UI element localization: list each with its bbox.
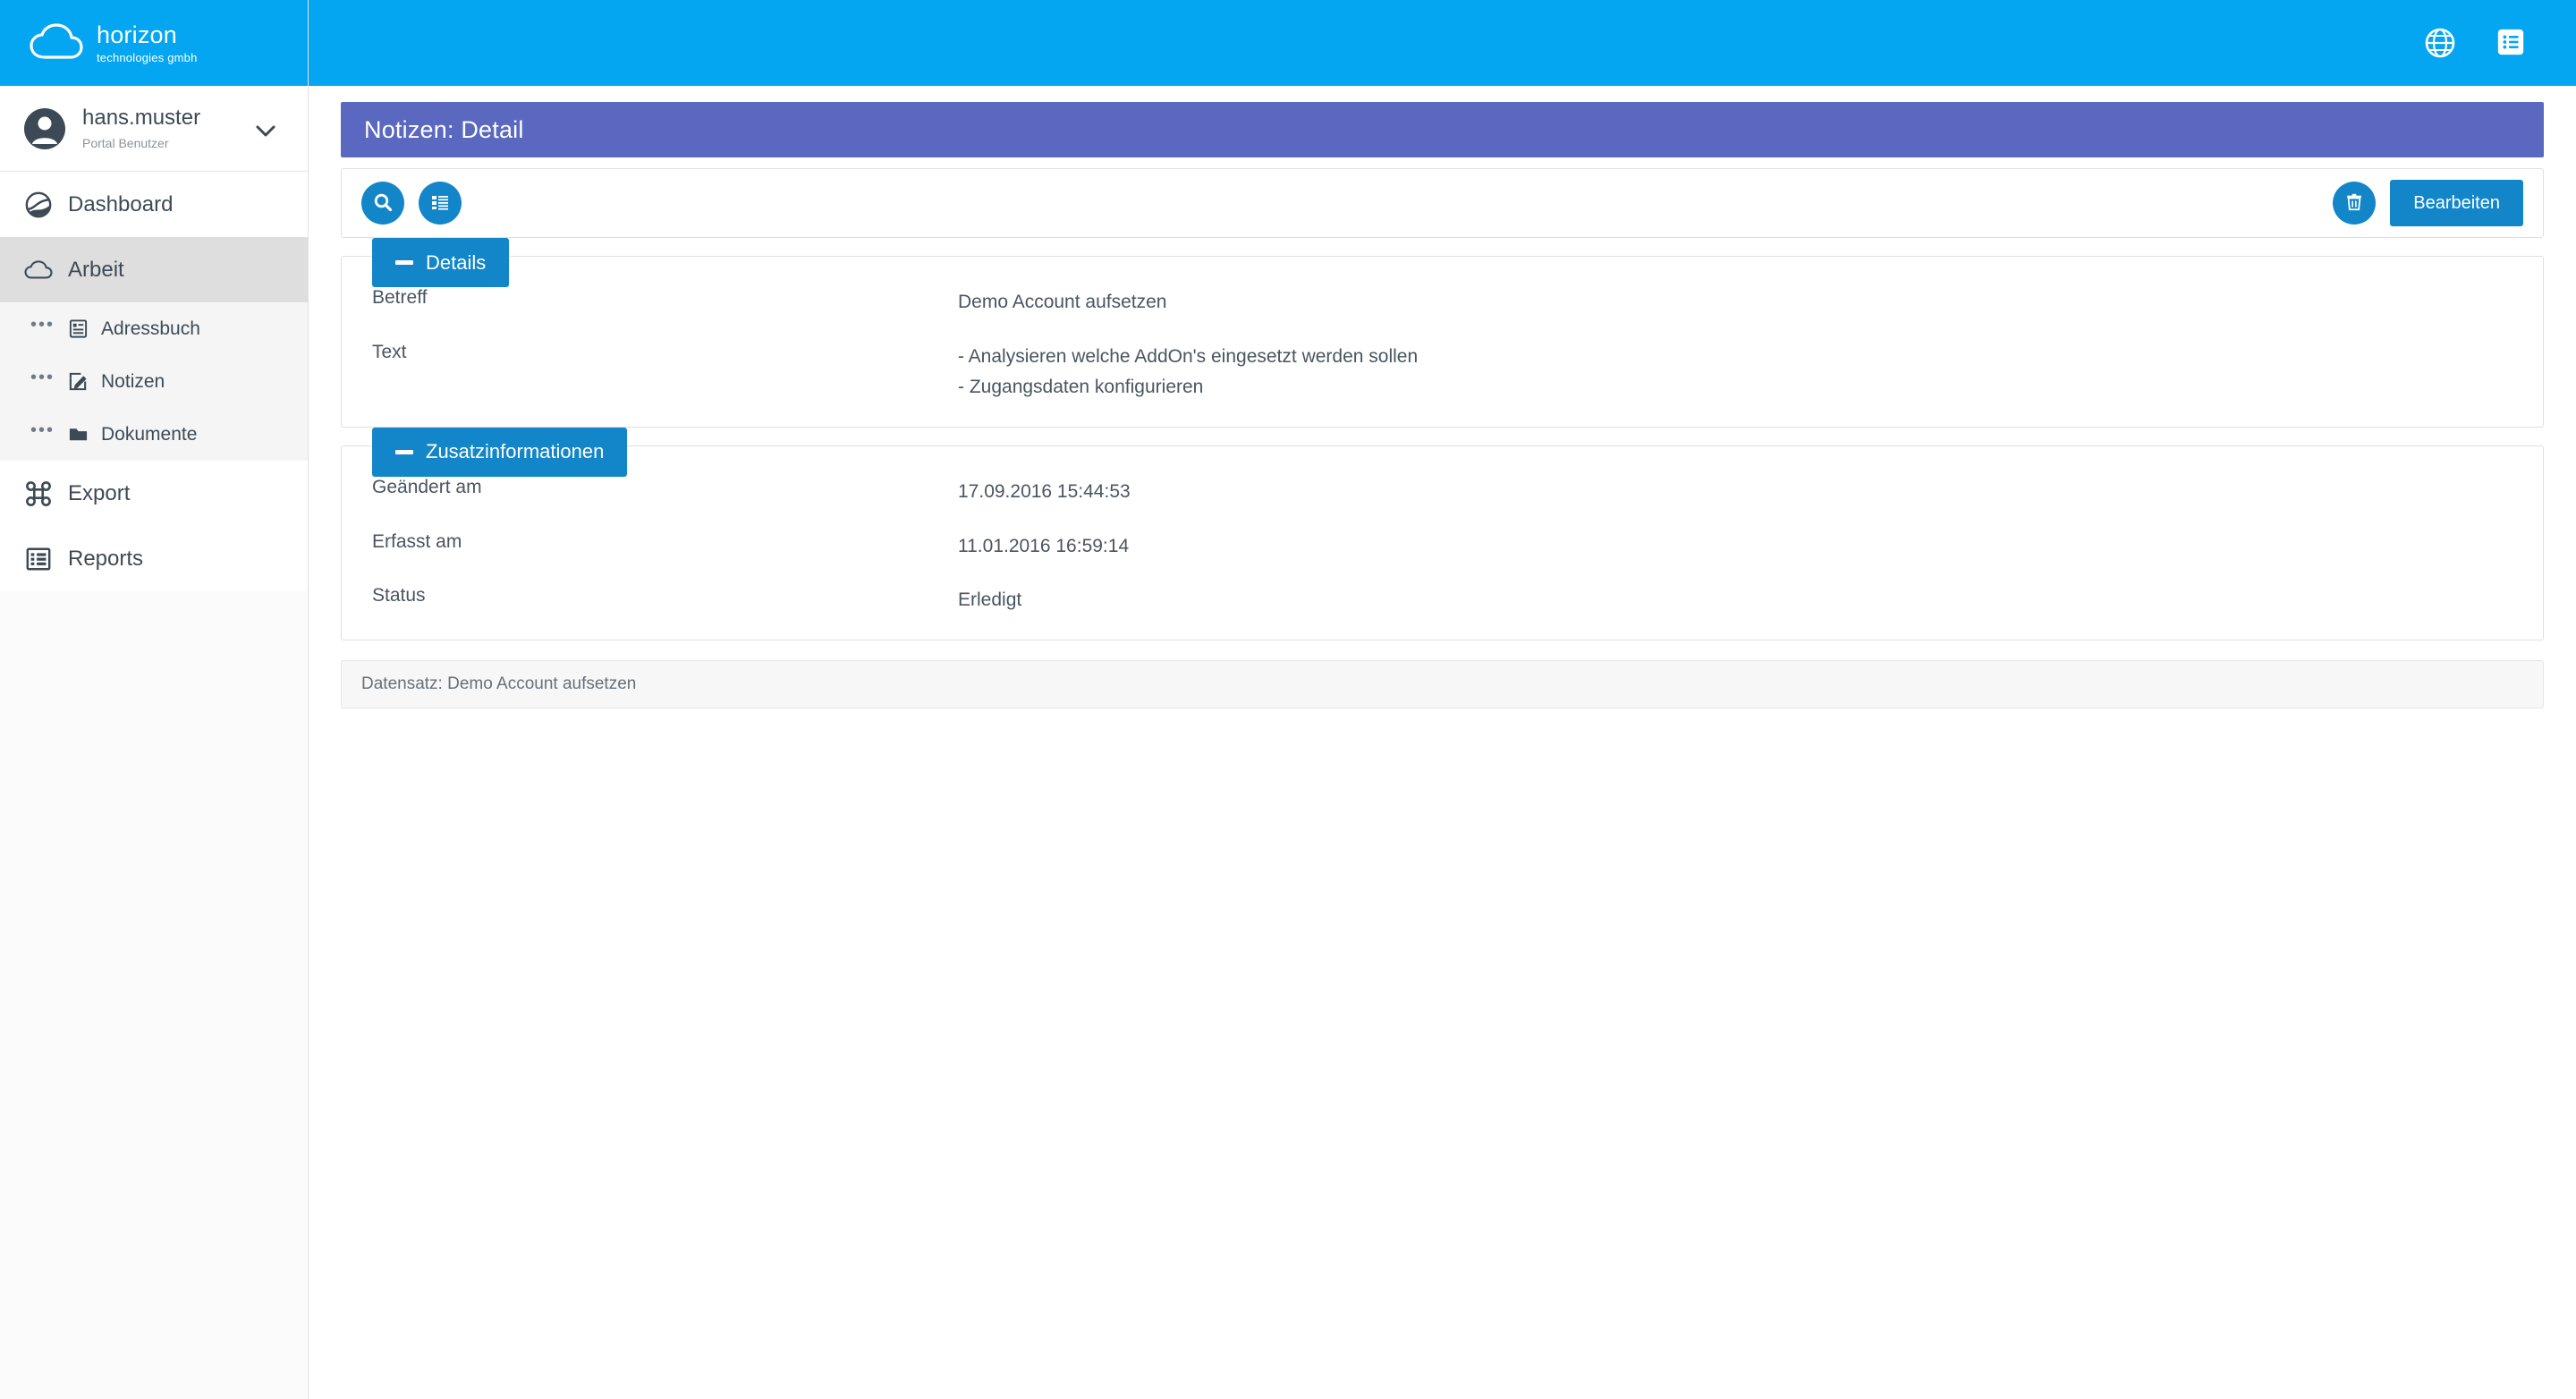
sidebar-item-label: Export [68, 480, 131, 505]
user-avatar-icon [23, 107, 66, 150]
report-table-icon [23, 544, 54, 574]
field-label: Text [372, 341, 407, 362]
chevron-down-icon[interactable] [256, 125, 275, 141]
edit-note-icon [66, 370, 89, 394]
user-menu[interactable]: hans.muster Portal Benutzer [0, 86, 308, 172]
sidebar-item-label: Dashboard [68, 191, 174, 216]
section-details: Details Betreff Demo Account aufsetzen T… [341, 238, 2544, 428]
search-icon [372, 191, 394, 216]
brand-tagline: technologies gmbh [97, 50, 198, 64]
field-value: 17.09.2016 15:44:53 [958, 477, 1131, 508]
sidebar-subnav: ••• Adressbuch ••• Notizen ••• Dokumente [0, 302, 308, 461]
field-value-line: Demo Account aufsetzen [958, 292, 1167, 312]
top-bar [309, 0, 2576, 86]
field-row: Text - Analysieren welche AddOn's einges… [342, 342, 2543, 403]
page-content: Notizen: Detail Bearbeiten Details Betre… [309, 86, 2576, 1399]
sidebar-item-dashboard[interactable]: Dashboard [0, 172, 308, 237]
page-title: Notizen: Detail [364, 115, 524, 143]
section-zusatzinformationen-toggle[interactable]: Zusatzinformationen [372, 427, 628, 477]
field-row: Geändert am 17.09.2016 15:44:53 [342, 477, 2543, 508]
cloud-icon [29, 23, 84, 63]
record-footer: Datensatz: Demo Account aufsetzen [341, 659, 2544, 708]
sidebar-subitem-label: Adressbuch [101, 318, 200, 339]
edit-button[interactable]: Bearbeiten [2390, 180, 2523, 226]
sidebar-item-adressbuch[interactable]: ••• Adressbuch [0, 302, 308, 355]
minus-icon [395, 449, 413, 454]
record-toolbar: Bearbeiten [341, 168, 2544, 238]
details-fields: Betreff Demo Account aufsetzen Text - An… [342, 257, 2543, 403]
dashboard-icon [23, 190, 54, 220]
field-row: Betreff Demo Account aufsetzen [342, 287, 2543, 318]
brand-name: horizon [97, 21, 177, 48]
field-value-line: - Analysieren welche AddOn's eingesetzt … [958, 345, 1419, 367]
field-value-line: - Zugangsdaten konfigurieren [958, 377, 1204, 398]
field-value-line: 17.09.2016 15:44:53 [958, 480, 1131, 502]
globe-icon[interactable] [2424, 27, 2456, 59]
list-menu-icon[interactable] [2496, 27, 2528, 59]
section-title: Details [426, 250, 487, 274]
sidebar-item-dokumente[interactable]: ••• Dokumente [0, 408, 308, 461]
list-view-button[interactable] [419, 182, 462, 225]
cloud-icon [23, 255, 54, 285]
delete-button[interactable] [2333, 182, 2377, 225]
brand-logo[interactable]: horizon technologies gmbh [0, 0, 308, 86]
field-value: Demo Account aufsetzen [958, 287, 1166, 318]
section-title: Zusatzinformationen [426, 440, 605, 463]
record-footer-text: Datensatz: Demo Account aufsetzen [361, 674, 637, 693]
app-root: horizon technologies gmbh hans.muster Po… [0, 0, 2576, 1399]
field-label: Status [372, 585, 426, 606]
bullet-prefix: ••• [30, 420, 55, 440]
user-role: Portal Benutzer [82, 136, 169, 151]
field-value: Erledigt [958, 585, 1021, 616]
sidebar-subitem-label: Dokumente [101, 423, 198, 445]
sidebar-item-notizen[interactable]: ••• Notizen [0, 355, 308, 408]
sidebar-item-label: Reports [68, 546, 144, 571]
minus-icon [395, 260, 413, 265]
field-label: Geändert am [372, 476, 482, 497]
sidebar-nav: Dashboard Arbeit ••• Adressbuch ••• Noti… [0, 172, 308, 591]
sidebar-item-label: Arbeit [68, 257, 124, 282]
field-label: Erfasst am [372, 530, 462, 552]
page-title-bar: Notizen: Detail [341, 102, 2544, 157]
field-row: Erfasst am 11.01.2016 16:59:14 [342, 531, 2543, 563]
zusatzinformationen-fields: Geändert am 17.09.2016 15:44:53 Erfasst … [342, 446, 2543, 616]
bullet-prefix: ••• [30, 368, 55, 387]
sidebar-item-export[interactable]: Export [0, 461, 308, 526]
field-value: 11.01.2016 16:59:14 [958, 531, 1129, 563]
sidebar-subitem-label: Notizen [101, 370, 165, 392]
sidebar-item-reports[interactable]: Reports [0, 526, 308, 591]
field-label: Betreff [372, 287, 428, 308]
status-badge: Erledigt [958, 589, 1022, 611]
field-value-line: 11.01.2016 16:59:14 [958, 535, 1130, 556]
main-area: Notizen: Detail Bearbeiten Details Betre… [309, 0, 2576, 1399]
trash-icon [2344, 192, 2364, 215]
command-icon [23, 479, 54, 509]
field-value: - Analysieren welche AddOn's eingesetzt … [958, 342, 1418, 403]
address-book-icon [66, 318, 89, 341]
section-details-toggle[interactable]: Details [372, 238, 510, 287]
sidebar: horizon technologies gmbh hans.muster Po… [0, 0, 309, 1399]
list-icon [429, 191, 451, 216]
user-name: hans.muster [82, 105, 201, 130]
bullet-prefix: ••• [30, 315, 55, 335]
section-zusatzinformationen: Zusatzinformationen Geändert am 17.09.20… [341, 427, 2544, 640]
search-button[interactable] [361, 182, 404, 225]
field-row: Status Erledigt [342, 585, 2543, 616]
sidebar-item-arbeit[interactable]: Arbeit [0, 237, 308, 302]
folder-icon [66, 423, 89, 446]
